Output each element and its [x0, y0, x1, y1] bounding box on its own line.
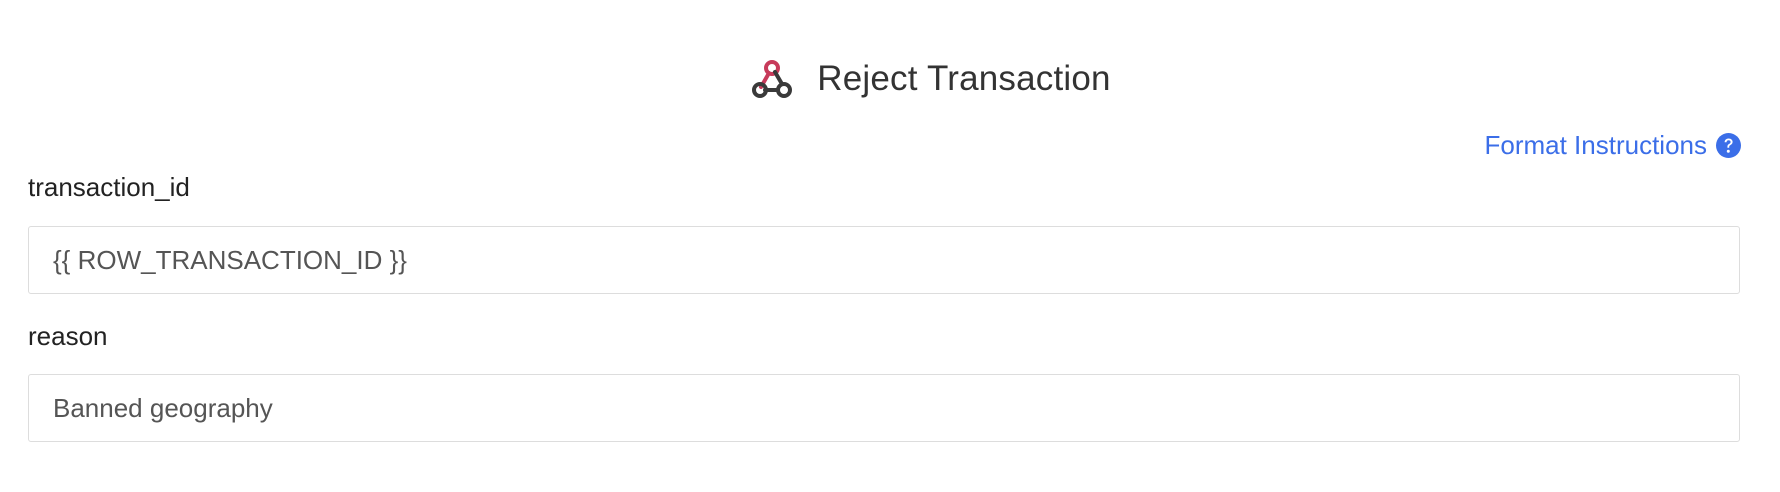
page-title: Reject Transaction [817, 59, 1111, 98]
transaction-id-label: transaction_id [28, 172, 190, 202]
reason-input[interactable] [28, 374, 1740, 442]
question-circle-icon[interactable] [1715, 132, 1742, 159]
header-inner: Reject Transaction [749, 56, 1111, 102]
reason-label: reason [28, 321, 108, 351]
format-instructions-label: Format Instructions [1484, 130, 1707, 160]
format-instructions-link[interactable]: Format Instructions [1484, 130, 1742, 161]
transaction-id-input[interactable] [28, 226, 1740, 294]
webhook-icon [749, 56, 795, 102]
header: Reject Transaction [0, 54, 1780, 104]
